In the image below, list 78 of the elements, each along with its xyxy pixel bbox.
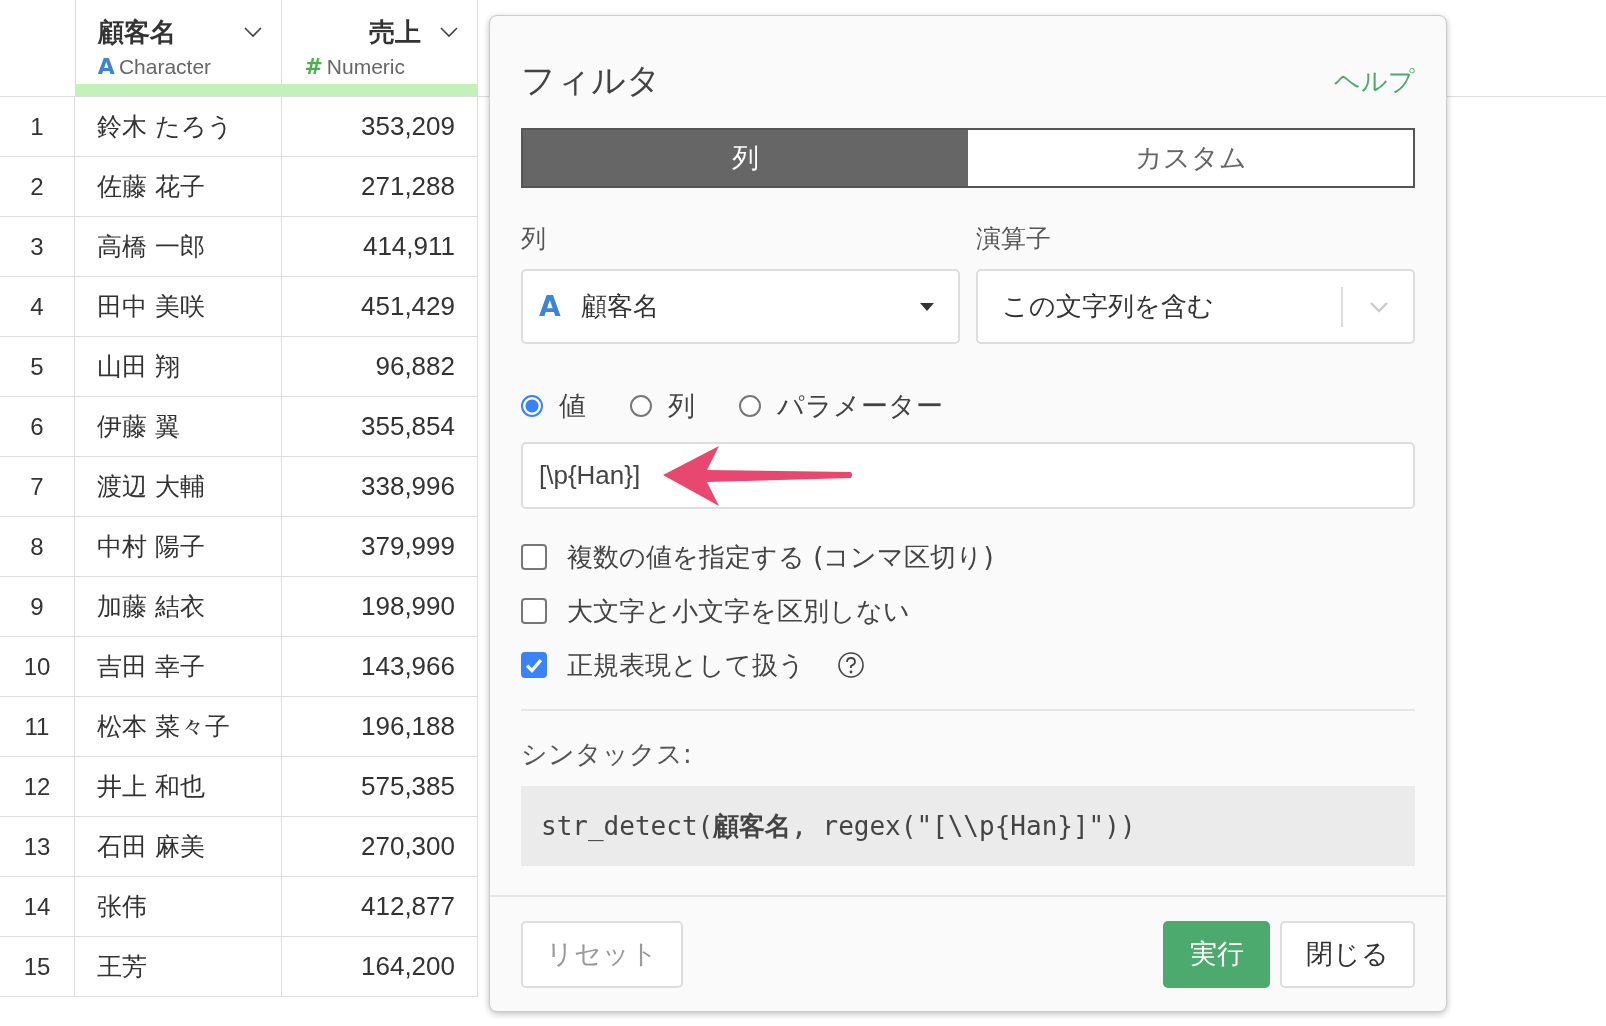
- type-icon: #: [304, 54, 323, 79]
- column-name: 顧客名: [97, 15, 177, 49]
- table-cell: 355,854: [282, 397, 478, 456]
- row-number: 11: [0, 697, 75, 756]
- column-name: 売上: [369, 15, 421, 49]
- syntax-label: シンタックス:: [521, 738, 693, 771]
- caret-icon: [920, 302, 934, 311]
- checkbox-label: 正規表現として扱う: [567, 648, 805, 682]
- field-label: 列: [521, 223, 547, 255]
- table-cell: 198,990: [282, 577, 478, 636]
- table-cell: 164,200: [282, 937, 478, 996]
- column-type: Character: [118, 55, 212, 79]
- table-cell: 353,209: [282, 97, 478, 156]
- table-cell: 96,882: [282, 337, 478, 396]
- table-cell: 271,288: [282, 157, 478, 216]
- row-number: 4: [0, 277, 75, 336]
- value-input[interactable]: [\p{Han}]: [521, 442, 1415, 509]
- checkbox[interactable]: [521, 544, 547, 570]
- chevron-down-icon[interactable]: [243, 26, 264, 38]
- column-select[interactable]: A 顧客名: [521, 269, 960, 344]
- column-header[interactable]: 顧客名 A Character: [75, 0, 283, 96]
- table-cell: 石田 麻美: [75, 817, 282, 876]
- row-number: 12: [0, 757, 75, 816]
- table-cell: 渡辺 大輔: [75, 457, 282, 516]
- tab[interactable]: カスタム: [968, 130, 1413, 186]
- checkbox-label: 大文字と小文字を区別しない: [567, 594, 910, 628]
- table-cell: 270,300: [282, 817, 478, 876]
- operator-select[interactable]: この文字列を含む: [976, 269, 1415, 344]
- checkbox[interactable]: [521, 598, 547, 624]
- row-number: 2: [0, 157, 75, 216]
- tab[interactable]: 列: [523, 130, 968, 186]
- table-cell: 张伟: [75, 877, 282, 936]
- table-cell: 451,429: [282, 277, 478, 336]
- row-number: 14: [0, 877, 75, 936]
- table-cell: 鈴木 たろう: [75, 97, 282, 156]
- row-number: 6: [0, 397, 75, 456]
- table-cell: 王芳: [75, 937, 282, 996]
- radio-option[interactable]: パラメーター: [739, 388, 943, 424]
- table-cell: 338,996: [282, 457, 478, 516]
- row-number: 9: [0, 577, 75, 636]
- table-cell: 高橋 一郎: [75, 217, 282, 276]
- field-label: 演算子: [976, 223, 1052, 255]
- column-header[interactable]: 売上 # Numeric: [282, 0, 478, 96]
- table-cell: 196,188: [282, 697, 478, 756]
- table-cell: 414,911: [282, 217, 478, 276]
- row-number: 13: [0, 817, 75, 876]
- table-cell: 山田 翔: [75, 337, 282, 396]
- row-number: 15: [0, 937, 75, 996]
- type-icon: A: [97, 54, 115, 79]
- radio-option[interactable]: 列: [630, 388, 695, 424]
- table-cell: 143,966: [282, 637, 478, 696]
- table-cell: 412,877: [282, 877, 478, 936]
- table-cell: 佐藤 花子: [75, 157, 282, 216]
- table-cell: 379,999: [282, 517, 478, 576]
- help-icon[interactable]: [837, 651, 865, 679]
- row-number: 7: [0, 457, 75, 516]
- table-cell: 松本 菜々子: [75, 697, 282, 756]
- row-number: 5: [0, 337, 75, 396]
- table-cell: 伊藤 翼: [75, 397, 282, 456]
- table-cell: 田中 美咲: [75, 277, 282, 336]
- radio-option[interactable]: 値: [521, 388, 586, 424]
- checkbox[interactable]: [521, 652, 547, 678]
- syntax-code: str_detect(顧客名, regex("[\\p{Han}]")): [521, 786, 1415, 866]
- row-number: 8: [0, 517, 75, 576]
- table-cell: 575,385: [282, 757, 478, 816]
- chevron-down-icon: [1369, 300, 1389, 313]
- checkbox-label: 複数の値を指定する (コンマ区切り): [567, 540, 994, 574]
- row-number: 3: [0, 217, 75, 276]
- table-cell: 井上 和也: [75, 757, 282, 816]
- row-number: 10: [0, 637, 75, 696]
- table-cell: 吉田 幸子: [75, 637, 282, 696]
- chevron-down-icon[interactable]: [439, 26, 459, 38]
- table-cell: 加藤 結衣: [75, 577, 282, 636]
- dialog-title: フィルタ: [521, 59, 661, 102]
- table-cell: 中村 陽子: [75, 517, 282, 576]
- column-type: Numeric: [326, 55, 406, 79]
- close-button[interactable]: 閉じる: [1280, 920, 1415, 988]
- row-number: 1: [0, 97, 75, 156]
